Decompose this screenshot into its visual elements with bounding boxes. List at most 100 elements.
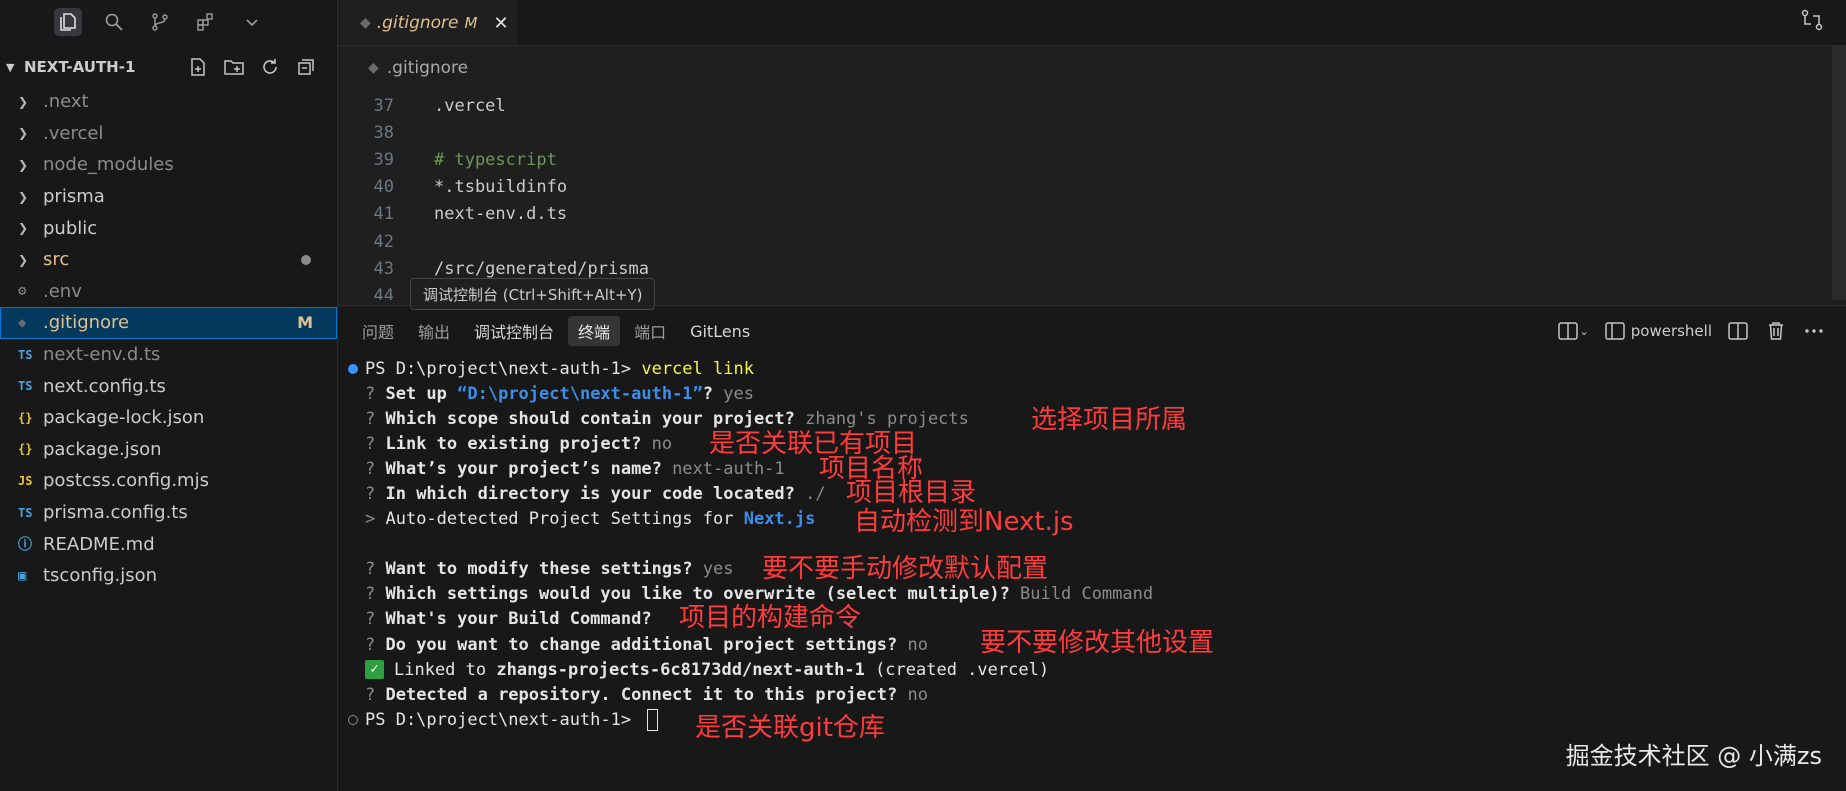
- tab-problems[interactable]: 问题: [352, 316, 404, 346]
- tab-gitlens[interactable]: GitLens: [680, 316, 760, 346]
- chevron-right-icon[interactable]: ❯: [18, 253, 43, 267]
- typescript-icon: TS: [18, 379, 33, 394]
- line-number: 40: [373, 177, 394, 198]
- code-text: # typescript: [434, 149, 557, 170]
- line-number: 44: [373, 285, 394, 300]
- terminal-line: ? What’s your project’s name? next-auth-…: [365, 458, 785, 479]
- chevron-right-icon[interactable]: ❯: [18, 126, 43, 140]
- editor-scrollbar[interactable]: [1832, 46, 1846, 300]
- code-view[interactable]: 37 .vercel 38 39 # typescript 40 *.tsbuildinfo…: [338, 92, 1846, 300]
- tree-item[interactable]: ❯ .vercel: [0, 118, 337, 150]
- terminal-shell-icon: [1603, 319, 1627, 343]
- terminal-cursor: [647, 708, 659, 731]
- tab-terminal[interactable]: 终端: [568, 316, 621, 346]
- tree-item-label: .env: [43, 280, 82, 302]
- source-control-icon[interactable]: [146, 8, 174, 36]
- shell-name[interactable]: powershell: [1631, 322, 1712, 340]
- tree-item[interactable]: ▣ tsconfig.json: [0, 560, 337, 592]
- chevron-right-icon[interactable]: ❯: [18, 190, 43, 204]
- chevron-down-icon: ▼: [6, 60, 15, 74]
- tree-item-label: postcss.config.mjs: [43, 470, 209, 492]
- breadcrumb[interactable]: ◆ .gitignore: [338, 46, 1846, 90]
- tree-item[interactable]: ❯ .next: [0, 86, 337, 118]
- chevron-right-icon[interactable]: ❯: [18, 95, 43, 109]
- code-line: 39 # typescript: [338, 146, 1846, 173]
- watermark: 掘金技术社区 @ 小满zs: [1565, 742, 1822, 770]
- activity-bar: [0, 0, 337, 44]
- code-text: .vercel: [434, 95, 506, 116]
- tree-item-label: prisma.config.ts: [43, 502, 188, 524]
- search-icon[interactable]: [100, 8, 128, 36]
- tree-item[interactable]: ❯ prisma: [0, 181, 337, 213]
- tree-item[interactable]: ❯ src: [0, 244, 337, 276]
- tab-ports[interactable]: 端口: [624, 316, 676, 346]
- tree-item[interactable]: {} package.json: [0, 434, 337, 466]
- tree-item-label: next.config.ts: [43, 375, 166, 397]
- trash-icon[interactable]: [1764, 319, 1788, 343]
- chevron-right-icon[interactable]: ❯: [18, 158, 43, 172]
- more-icon[interactable]: [1802, 319, 1826, 343]
- modified-badge: M: [297, 313, 313, 333]
- collapse-all-icon[interactable]: [295, 56, 317, 78]
- modified-badge: M: [464, 14, 478, 32]
- tree-item-label: src: [43, 249, 70, 271]
- annotation: 要不要修改其他设置: [980, 628, 1215, 658]
- tab-label: .gitignore: [376, 13, 459, 33]
- tree-item[interactable]: ⚙ .env: [0, 276, 337, 308]
- tree-item[interactable]: ❯ node_modules: [0, 149, 337, 181]
- tree-item[interactable]: ◆ .gitignore M: [0, 307, 337, 339]
- explorer-header[interactable]: ▼ NEXT-AUTH-1: [0, 49, 337, 85]
- tree-item[interactable]: JS postcss.config.mjs: [0, 465, 337, 497]
- refresh-icon[interactable]: [259, 56, 281, 78]
- code-line: 41 next-env.d.ts: [338, 201, 1846, 228]
- chevron-down-icon[interactable]: [238, 8, 266, 36]
- code-line: 42: [338, 228, 1846, 255]
- tree-item-label: next-env.d.ts: [43, 344, 161, 366]
- tree-item-label: tsconfig.json: [43, 565, 158, 587]
- check-icon: ✓: [365, 660, 384, 680]
- command-status-icon[interactable]: [348, 714, 358, 725]
- editor-tab-bar: ◆ .gitignore M ✕: [338, 0, 1846, 46]
- tree-item[interactable]: ⓘ README.md: [0, 528, 337, 560]
- editor: ◆ .gitignore M ✕ ◆ .gitignore 37 .vercel 3…: [338, 0, 1846, 300]
- line-number: 38: [373, 122, 394, 143]
- tree-item[interactable]: TS prisma.config.ts: [0, 497, 337, 529]
- chevron-right-icon[interactable]: ❯: [18, 221, 43, 235]
- tree-item-label: package-lock.json: [43, 407, 205, 429]
- tab-debug-console[interactable]: 调试控制台: [464, 316, 564, 346]
- tree-item-label: .gitignore: [43, 312, 130, 334]
- close-icon[interactable]: ✕: [493, 13, 508, 34]
- compare-changes-icon[interactable]: [1800, 8, 1828, 36]
- tab-gitignore[interactable]: ◆ .gitignore M ✕: [338, 0, 518, 45]
- code-text: next-env.d.ts: [434, 204, 568, 225]
- chevron-down-icon[interactable]: ⌄: [1580, 325, 1589, 338]
- command-status-icon[interactable]: [348, 363, 358, 374]
- code-line: 37 .vercel: [338, 92, 1846, 119]
- extensions-icon[interactable]: [192, 8, 220, 36]
- json-icon: {}: [18, 442, 33, 457]
- split-terminal-icon[interactable]: [1726, 319, 1750, 343]
- breadcrumb-file[interactable]: .gitignore: [387, 58, 468, 78]
- tree-item[interactable]: {} package-lock.json: [0, 402, 337, 434]
- split-layout-icon[interactable]: [1556, 319, 1580, 343]
- tree-item[interactable]: ❯ public: [0, 212, 337, 244]
- code-text: *.tsbuildinfo: [434, 177, 568, 198]
- tree-item-label: node_modules: [43, 154, 174, 176]
- terminal-line: > Auto-detected Project Settings for Nex…: [365, 509, 816, 530]
- new-file-icon[interactable]: [187, 56, 209, 78]
- new-folder-icon[interactable]: [223, 56, 245, 78]
- command: vercel link: [641, 358, 754, 379]
- terminal-line: ✓ Linked to zhangs-projects-6c8173dd/next…: [338, 657, 1846, 682]
- file-tree: ❯ .next ❯ .vercel ❯ node_modules ❯ prisma ❯ publi…: [0, 86, 337, 592]
- json-icon: {}: [18, 410, 33, 425]
- tab-output[interactable]: 输出: [408, 316, 460, 346]
- tree-item-label: .vercel: [43, 122, 104, 144]
- explorer-icon[interactable]: [54, 8, 82, 36]
- tree-item[interactable]: TS next-env.d.ts: [0, 339, 337, 371]
- typescript-icon: TS: [18, 505, 33, 520]
- tree-item-label: package.json: [43, 438, 162, 460]
- git-file-icon: ◆: [18, 314, 27, 331]
- tree-item[interactable]: TS next.config.ts: [0, 370, 337, 402]
- terminal-line: ? Want to modify these settings? yes: [365, 559, 734, 580]
